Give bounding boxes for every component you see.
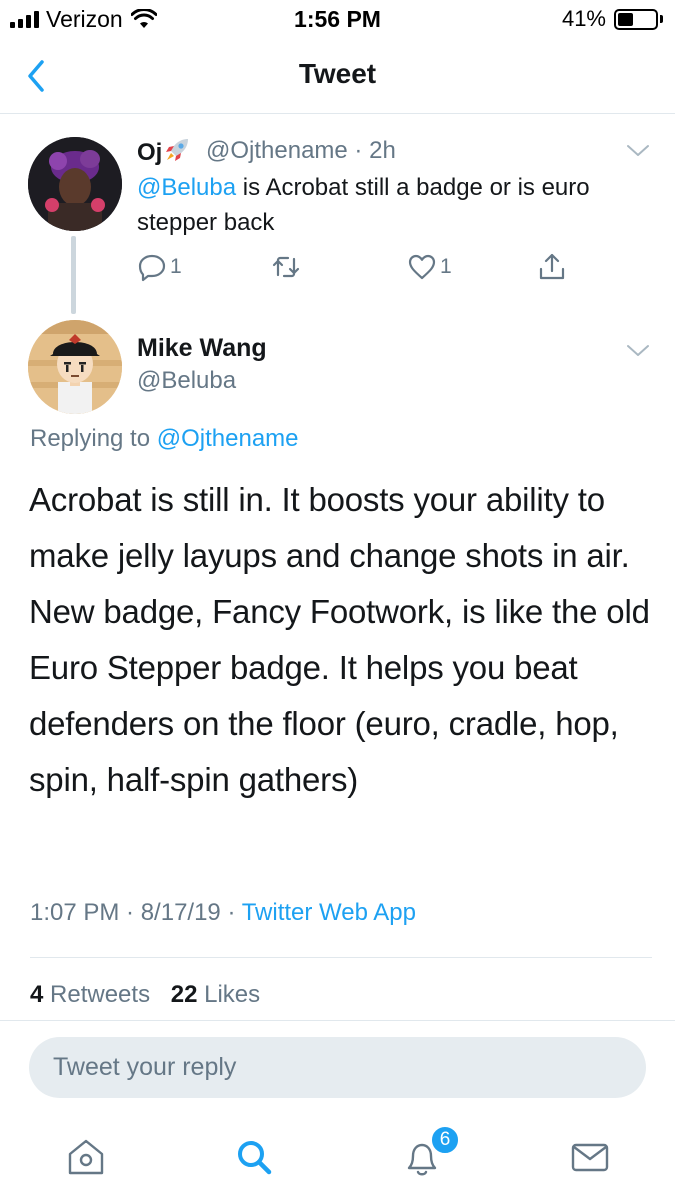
divider	[30, 957, 652, 958]
like-count: 1	[440, 255, 452, 278]
chevron-down-icon[interactable]	[625, 143, 651, 159]
tweet-source-link[interactable]: Twitter Web App	[242, 899, 416, 926]
likes-stat[interactable]: 22 Likes	[171, 981, 260, 1008]
mention-link[interactable]: @Ojthename	[157, 425, 299, 452]
nav-bar: Tweet	[0, 40, 675, 114]
thread-line	[71, 236, 76, 314]
battery-icon	[614, 8, 658, 30]
chevron-down-icon[interactable]	[625, 343, 651, 359]
divider	[0, 1020, 675, 1021]
tab-bar	[0, 1118, 675, 1200]
replying-prefix: Replying to	[30, 425, 157, 452]
tweet-stats: 4 Retweets 22 Likes	[30, 981, 260, 1009]
retweet-icon	[272, 256, 300, 278]
heart-icon	[408, 254, 436, 280]
retweets-label: Retweets	[43, 981, 151, 1008]
status-right: 41%	[562, 6, 663, 32]
retweets-count: 4	[30, 981, 44, 1008]
author-handle[interactable]: @Beluba	[137, 367, 236, 395]
share-button[interactable]	[537, 250, 567, 284]
author-handle[interactable]: @Ojthename · 2h	[206, 137, 396, 165]
mail-icon[interactable]	[565, 1132, 615, 1182]
author-name-text: Oj	[137, 139, 163, 166]
author-name[interactable]: Oj	[137, 136, 191, 167]
retweet-button[interactable]	[271, 250, 301, 284]
mention-link[interactable]: @Beluba	[137, 174, 236, 201]
reply-button[interactable]: 1	[137, 250, 182, 284]
page-title: Tweet	[298, 58, 377, 89]
status-bar: Verizon 1:56 PM 41%	[0, 0, 675, 40]
avatar[interactable]	[28, 320, 122, 414]
rocket-icon	[166, 139, 189, 161]
tweet-text: Acrobat is still in. It boosts your abil…	[29, 481, 650, 798]
share-icon	[539, 253, 565, 280]
tweet-text: @Beluba is Acrobat still a badge or is e…	[137, 170, 637, 240]
avatar-image	[28, 320, 122, 414]
reply-icon	[138, 254, 166, 282]
likes-label: Likes	[197, 981, 261, 1008]
reply-placeholder: Tweet your reply	[53, 1053, 237, 1081]
notification-badge: 6	[430, 1125, 460, 1155]
author-name[interactable]: Mike Wang	[137, 334, 267, 363]
replying-to: Replying to @Ojthename	[30, 425, 299, 453]
battery-cap	[660, 15, 663, 23]
tweet-meta: 1:07 PM · 8/17/19 · Twitter Web App	[30, 899, 416, 927]
like-button[interactable]: 1	[407, 250, 452, 284]
battery-percent: 41%	[561, 6, 606, 31]
retweets-stat[interactable]: 4 Retweets	[30, 981, 150, 1008]
home-icon[interactable]	[61, 1132, 111, 1182]
battery-fill	[618, 12, 633, 26]
reply-count: 1	[170, 255, 182, 278]
avatar[interactable]	[28, 137, 122, 231]
tweet-actions: 1 1	[137, 250, 587, 284]
tweet-timestamp: 1:07 PM · 8/17/19 ·	[30, 899, 242, 926]
likes-count: 22	[170, 981, 198, 1008]
avatar-image	[28, 137, 122, 231]
reply-input[interactable]: Tweet your reply	[29, 1037, 646, 1098]
search-icon[interactable]	[229, 1132, 279, 1182]
